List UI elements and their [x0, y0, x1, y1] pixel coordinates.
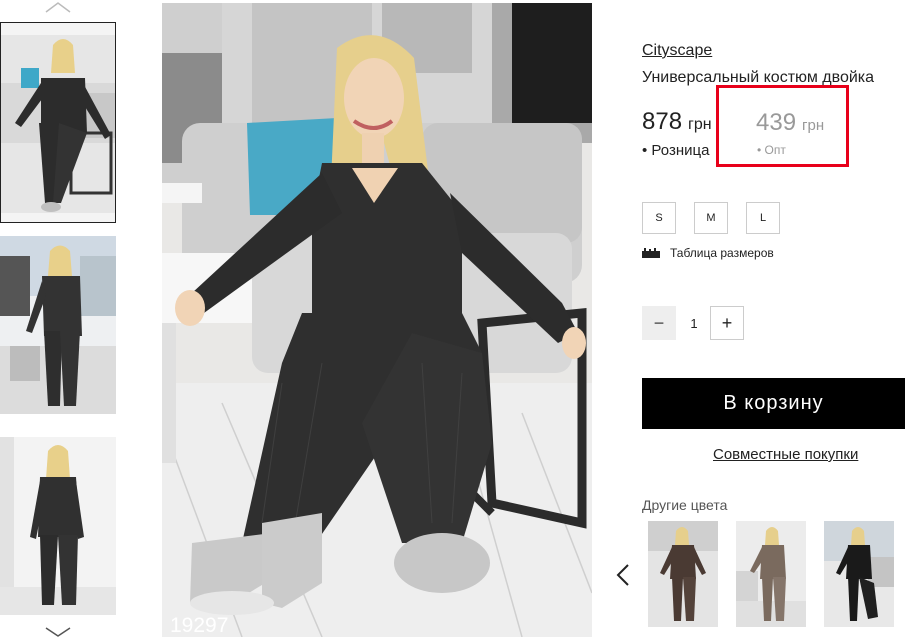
retail-price-value: 878	[642, 108, 683, 135]
retail-currency: грн	[688, 116, 712, 133]
color-variant-beige[interactable]	[736, 521, 806, 627]
photo-code: 19297	[170, 614, 229, 637]
size-option-m[interactable]: M	[694, 202, 728, 234]
color-variant-brown[interactable]	[648, 521, 718, 627]
size-option-l[interactable]: L	[746, 202, 780, 234]
retail-label: • Розница	[642, 142, 710, 159]
quantity-value[interactable]: 1	[680, 306, 708, 340]
size-option-s[interactable]: S	[642, 202, 676, 234]
chevron-left-icon[interactable]	[616, 563, 630, 587]
size-table-label: Таблица размеров	[670, 246, 774, 260]
wholesale-price-highlight	[716, 85, 849, 167]
chevron-up-icon[interactable]	[44, 0, 72, 14]
add-to-cart-button[interactable]: В корзину	[642, 378, 905, 429]
brand-link[interactable]: Cityscape	[642, 42, 712, 60]
other-colors-label: Другие цвета	[642, 497, 728, 513]
joint-purchase-link[interactable]: Совместные покупки	[713, 446, 858, 463]
thumbnail-2[interactable]	[0, 236, 116, 414]
color-variant-black[interactable]	[824, 521, 894, 627]
thumbnail-3[interactable]	[0, 437, 116, 615]
main-product-photo	[162, 3, 592, 637]
retail-price: 878 грн	[642, 108, 712, 136]
quantity-decrease-button[interactable]: −	[642, 306, 676, 340]
quantity-increase-button[interactable]: +	[710, 306, 744, 340]
chevron-down-icon[interactable]	[44, 626, 72, 637]
size-table-link[interactable]: Таблица размеров	[642, 246, 774, 260]
ruler-icon	[642, 248, 660, 258]
thumbnail-1[interactable]	[0, 22, 116, 223]
